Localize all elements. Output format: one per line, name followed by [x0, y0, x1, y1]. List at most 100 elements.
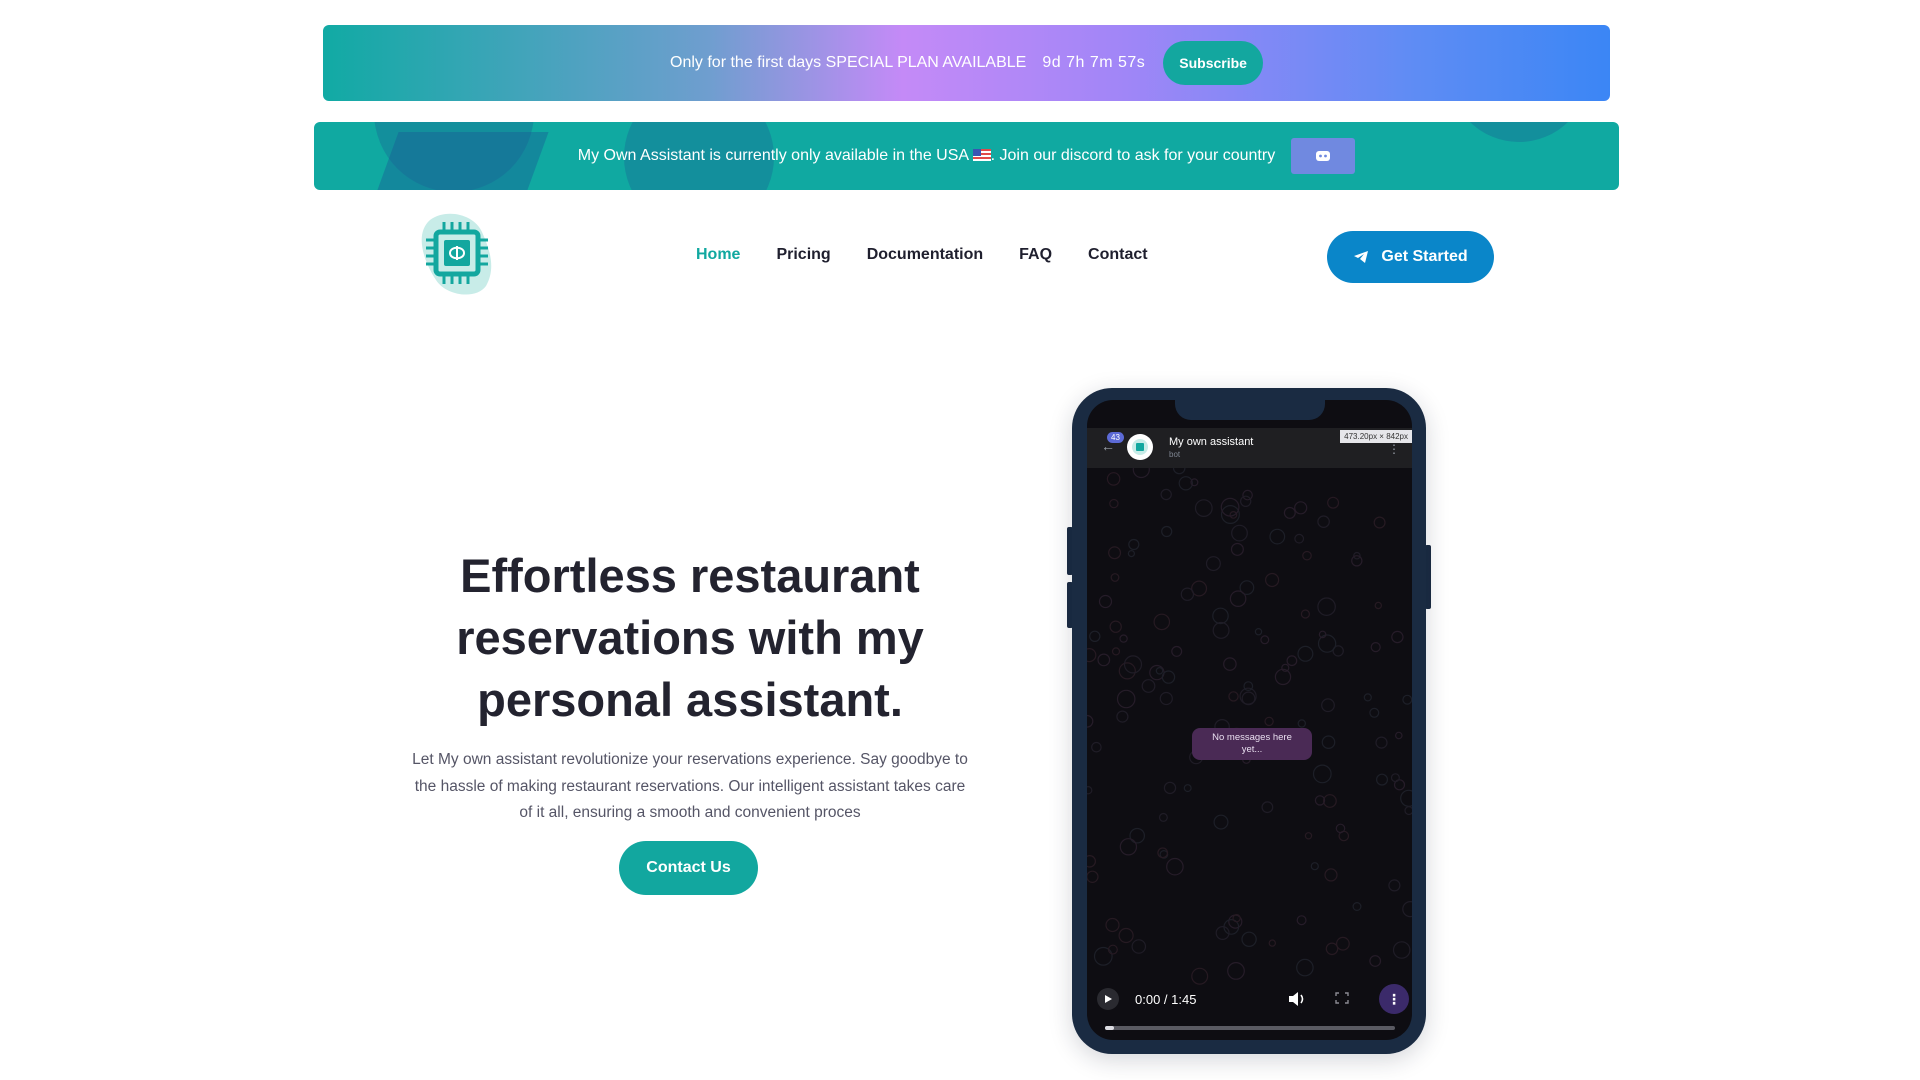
doodle-mark — [1310, 862, 1319, 871]
volume-icon[interactable] — [1287, 990, 1307, 1008]
countdown-timer: 9d 7h 7m 57s — [1042, 54, 1146, 71]
doodle-mark — [1239, 495, 1252, 507]
doodle-mark — [1119, 838, 1138, 856]
doodle-mark — [1321, 735, 1336, 749]
doodle-mark — [1132, 468, 1150, 479]
doodle-mark — [1160, 488, 1172, 501]
doodle-mark — [1283, 506, 1296, 519]
doodle-mark — [1131, 939, 1147, 954]
telegram-icon — [1354, 251, 1369, 263]
more-options-icon[interactable]: ⋮ — [1379, 984, 1409, 1014]
doodle-mark — [1227, 962, 1245, 980]
chat-header: ← 43 My own assistant bot 473.20px × 842… — [1087, 428, 1412, 468]
doodle-mark — [1087, 855, 1096, 868]
nav-documentation[interactable]: Documentation — [867, 246, 983, 264]
nav-pricing[interactable]: Pricing — [776, 246, 830, 264]
doodle-mark — [1127, 549, 1136, 558]
play-button[interactable] — [1097, 988, 1119, 1010]
doodle-mark — [1317, 515, 1330, 528]
doodle-mark — [1229, 590, 1247, 607]
doodle-mark — [1166, 857, 1184, 876]
brand-logo[interactable] — [416, 210, 498, 296]
doodle-mark — [1212, 607, 1229, 625]
doodle-mark — [1228, 691, 1239, 702]
phone-notch — [1175, 400, 1325, 420]
doodle-mark — [1109, 498, 1119, 509]
discord-button[interactable] — [1291, 138, 1356, 174]
doodle-mark — [1296, 958, 1314, 977]
doodle-mark — [1254, 627, 1263, 636]
doodle-mark — [1242, 489, 1253, 501]
doodle-mark — [1093, 946, 1113, 966]
get-started-button[interactable]: Get Started — [1327, 231, 1494, 283]
doodle-mark — [1157, 847, 1169, 859]
doodle-mark — [1260, 635, 1270, 645]
doodle-mark — [1264, 716, 1274, 727]
doodle-mark — [1390, 773, 1400, 783]
doodle-mark — [1180, 587, 1195, 601]
doodle-mark — [1223, 657, 1237, 671]
doodle-mark — [1087, 648, 1097, 663]
doodle-mark — [1178, 476, 1194, 491]
doodle-mark — [1304, 832, 1313, 840]
doodle-mark — [1116, 689, 1136, 709]
doodle-mark — [1321, 698, 1335, 713]
doodle-mark — [1297, 645, 1314, 662]
doodle-mark — [1352, 902, 1362, 912]
doodle-mark — [1111, 647, 1121, 656]
doodle-mark — [1163, 781, 1177, 795]
doodle-mark — [1388, 879, 1401, 892]
video-progress-track[interactable] — [1105, 1026, 1395, 1030]
doodle-mark — [1374, 601, 1382, 610]
video-time: 0:00 / 1:45 — [1135, 992, 1197, 1007]
contact-us-button[interactable]: Contact Us — [619, 841, 758, 895]
doodle-mark — [1261, 801, 1274, 814]
doodle-mark — [1363, 693, 1372, 702]
doodle-mark — [1391, 630, 1404, 644]
doodle-mark — [1327, 496, 1340, 509]
play-icon — [1105, 995, 1112, 1003]
avatar — [1127, 434, 1153, 460]
doodle-mark — [1171, 645, 1183, 657]
doodle-mark — [1325, 942, 1339, 956]
doodle-mark — [1335, 936, 1350, 951]
doodle-mark — [1402, 901, 1412, 918]
nav-home[interactable]: Home — [696, 246, 740, 264]
doodle-mark — [1394, 731, 1403, 740]
page: Only for the first days SPECIAL PLAN AVA… — [0, 0, 1920, 1080]
subscribe-button[interactable]: Subscribe — [1163, 41, 1263, 85]
doodle-mark — [1118, 927, 1134, 944]
doodle-mark — [1369, 707, 1380, 718]
doodle-mark — [1312, 764, 1332, 784]
doodle-mark — [1089, 630, 1101, 642]
kebab-menu-icon[interactable]: ⋮ — [1388, 442, 1400, 456]
doodle-mark — [1300, 609, 1310, 619]
video-progress-fill — [1105, 1026, 1114, 1030]
fullscreen-icon[interactable] — [1335, 992, 1349, 1004]
doodle-mark — [1231, 524, 1248, 542]
doodle-mark — [1213, 814, 1229, 830]
doodle-mark — [1159, 691, 1173, 706]
doodle-mark — [1335, 823, 1346, 834]
doodle-mark — [1212, 621, 1230, 639]
doodle-mark — [1110, 573, 1120, 582]
doodle-mark — [1153, 613, 1171, 631]
availability-text-start: My Own Assistant is currently only avail… — [577, 147, 969, 164]
doodle-mark — [1243, 681, 1254, 692]
nav-contact[interactable]: Contact — [1088, 246, 1148, 264]
doodle-mark — [1375, 736, 1388, 749]
doodle-mark — [1116, 710, 1129, 723]
empty-chat-message: No messages here yet... — [1192, 728, 1312, 760]
dimension-tooltip: 473.20px × 842px — [1340, 430, 1412, 443]
availability-banner: My Own Assistant is currently only avail… — [314, 122, 1619, 190]
nav-faq[interactable]: FAQ — [1019, 246, 1052, 264]
hero-description: Let My own assistant revolutionize your … — [412, 751, 968, 821]
doodle-mark — [1296, 915, 1307, 926]
availability-text-end: . Join our discord to ask for your count… — [990, 147, 1276, 164]
doodle-mark — [1241, 931, 1257, 947]
doodle-mark — [1376, 773, 1389, 786]
doodle-mark — [1158, 812, 1168, 822]
doodle-mark — [1109, 620, 1122, 633]
doodle-mark — [1286, 655, 1298, 667]
doodle-mark — [1141, 679, 1156, 693]
